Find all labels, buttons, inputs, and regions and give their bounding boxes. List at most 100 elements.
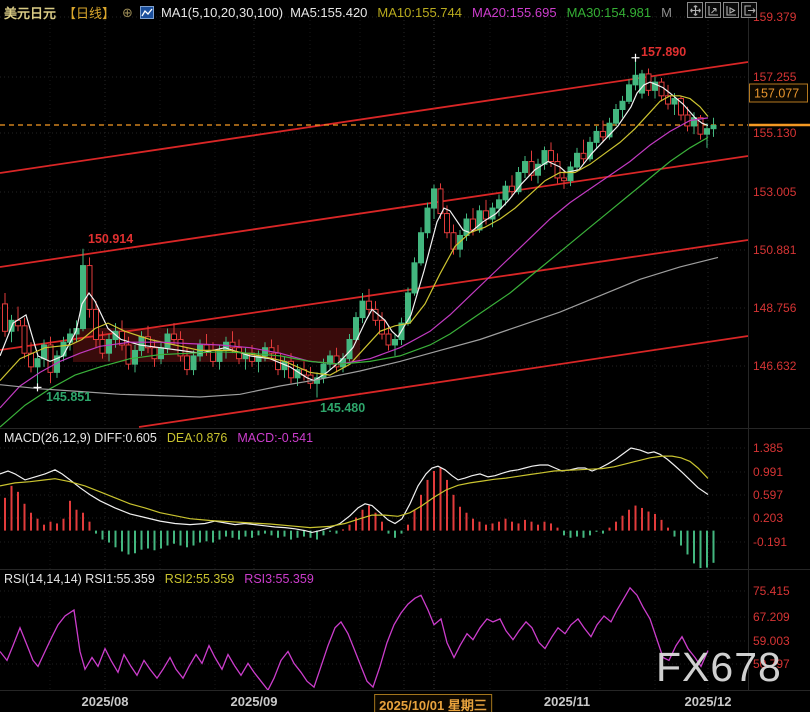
candle-body	[626, 84, 632, 102]
macd-header-value: MACD:-0.541	[237, 431, 314, 445]
candle-body	[613, 109, 619, 124]
candle-body	[593, 130, 600, 143]
candle-body	[509, 185, 515, 193]
rsi-header-value: RSI2:55.359	[164, 572, 235, 586]
ma-value-label: MA20:155.695	[472, 5, 557, 20]
macd-diff-line	[0, 447, 709, 534]
candle-body	[502, 185, 509, 201]
ma-value-label: MA5:155.420	[290, 5, 368, 20]
candle-body	[21, 325, 28, 354]
price-axis-label: 146.632	[753, 359, 797, 373]
candle-body	[535, 163, 541, 176]
price-axis-label: 157.255	[753, 70, 797, 84]
candle-body	[106, 338, 112, 354]
candle-body	[392, 338, 398, 346]
macd-header-value: DEA:0.876	[166, 431, 228, 445]
price-annotation: 157.890	[641, 45, 686, 59]
trend-channel-line[interactable]	[0, 155, 749, 268]
rsi-line	[0, 586, 709, 690]
candle-body	[34, 358, 41, 368]
link-icon[interactable]: ⊕	[122, 5, 133, 21]
macd-axis-label: 1.385	[753, 441, 783, 455]
candle-body	[483, 210, 489, 220]
chart-header: 美元日元 【日线】 ⊕ MA1(5,10,20,30,100) MA5:155.…	[4, 3, 672, 22]
price-chart-canvas[interactable]: 157.890 150.914 145.851 145.480 159.379 157.2…	[0, 0, 810, 712]
playback-icon[interactable]	[723, 2, 739, 18]
candle-body	[171, 333, 177, 340]
candle-body	[190, 355, 197, 371]
chart-toolbar	[687, 2, 757, 18]
macd-axis-label: 0.597	[753, 488, 783, 502]
candle-body	[704, 128, 710, 135]
trend-channel-line[interactable]	[0, 239, 749, 351]
candle-body	[366, 300, 372, 310]
period-tag[interactable]: 【日线】	[63, 3, 115, 22]
candle-body	[632, 74, 639, 86]
current-price-value: 157.077	[754, 87, 799, 101]
candle-body	[424, 207, 431, 234]
ma-value-label: MA30:154.981	[566, 5, 652, 20]
macd-axis-label: 0.991	[753, 465, 783, 479]
rsi-header-value: RSI3:55.359	[244, 572, 314, 586]
candle-body	[93, 308, 99, 340]
candle-body	[548, 150, 554, 163]
ma-values-row: MA5:155.420 MA10:155.744 MA20:155.695 MA30:…	[290, 5, 672, 20]
price-annotation: 150.914	[88, 232, 133, 246]
candle-body	[476, 210, 483, 231]
candle-body	[671, 98, 678, 105]
pan-crosshair-icon[interactable]	[687, 2, 703, 18]
date-tick-label: 2025/08	[81, 694, 129, 709]
candle-body	[444, 213, 450, 234]
candle-body	[496, 199, 502, 209]
ma-value-label: MA10:155.744	[377, 5, 462, 20]
candle-body	[164, 333, 171, 349]
macd-header: MACD(26,12,9) DIFF:0.605 DEA:0.876 MACD:-0…	[4, 431, 313, 445]
zoom-range-icon[interactable]	[705, 2, 721, 18]
ma-value-label: M	[661, 5, 672, 20]
rsi-header-value: RSI(14,14,14) RSI1:55.359	[4, 572, 155, 586]
candle-body	[385, 333, 392, 346]
price-axis-label: 148.756	[753, 301, 797, 315]
candle-body	[151, 347, 158, 360]
macd-axis-label: -0.191	[753, 535, 787, 549]
candle-body	[411, 262, 418, 294]
price-axis-label: 153.005	[753, 185, 797, 199]
candle-body	[619, 100, 626, 111]
candle-body	[710, 124, 717, 130]
candle-body	[658, 81, 665, 97]
candle-body	[580, 152, 587, 160]
price-annotation: 145.851	[46, 390, 91, 404]
candle-body	[353, 317, 359, 340]
candle-body	[379, 319, 385, 335]
rsi-axis-label: 75.415	[753, 584, 790, 598]
chart-app-window: 157.890 150.914 145.851 145.480 159.379 157.2…	[0, 0, 810, 712]
ma-settings-label[interactable]: MA1(5,10,20,30,100)	[161, 5, 283, 20]
candle-body	[405, 292, 411, 324]
ma20-line	[0, 117, 709, 409]
candle-body	[80, 265, 86, 330]
candle-body	[463, 218, 470, 236]
candle-body	[229, 341, 236, 349]
date-tick-label: 2025/12	[684, 694, 732, 709]
x-axis-date-row: 2025/08 2025/09 2025/10/01 星期三 2025/11 2025/…	[0, 691, 748, 712]
symbol-title: 美元日元	[4, 6, 57, 21]
macd-axis-label: 0.203	[753, 511, 783, 525]
candle-body	[437, 188, 444, 215]
price-axis-label: 159.379	[753, 10, 797, 24]
candle-body	[158, 347, 164, 360]
price-annotation: 145.480	[320, 401, 365, 415]
candle-body	[522, 161, 528, 173]
rsi-axis-label: 67.209	[753, 610, 790, 624]
date-tick-label: 2025/09	[230, 694, 278, 709]
candle-body	[600, 130, 606, 138]
price-axis-label: 150.881	[753, 243, 797, 257]
candle-body	[2, 303, 8, 332]
candle-body	[184, 355, 190, 371]
candle-body	[567, 166, 574, 182]
candle-body	[203, 344, 210, 351]
candle-body	[561, 177, 567, 182]
candlestick-mini-icon	[139, 6, 154, 19]
rsi-header: RSI(14,14,14) RSI1:55.359 RSI2:55.359 RSI3…	[4, 572, 314, 586]
exit-chart-icon[interactable]	[741, 2, 757, 18]
macd-header-value: MACD(26,12,9) DIFF:0.605	[4, 431, 157, 445]
